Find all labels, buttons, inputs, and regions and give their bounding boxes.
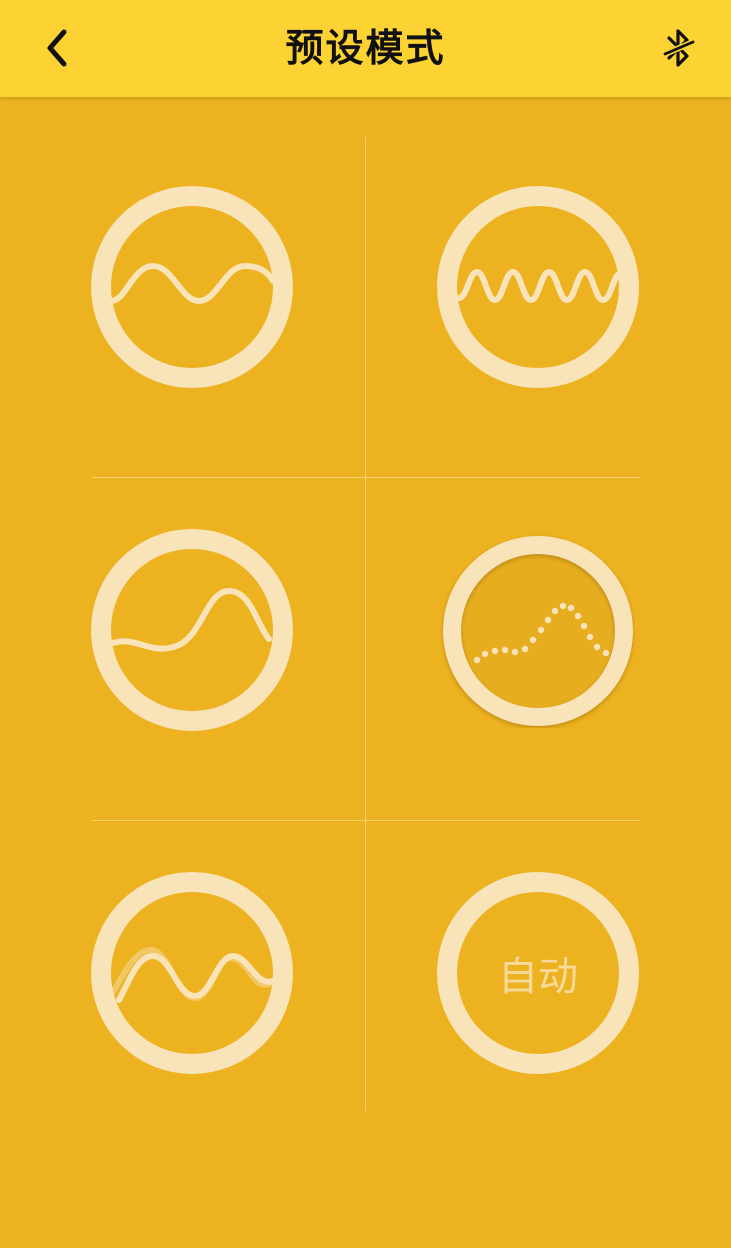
dotted-wave-icon	[443, 536, 633, 726]
mode-grid: 自动	[0, 0, 731, 1248]
rising-wave-icon	[91, 529, 293, 731]
mode-rising-wave[interactable]	[91, 529, 293, 731]
grid-divider-vertical	[365, 137, 366, 1111]
mode-auto[interactable]: 自动	[437, 872, 639, 1074]
grid-divider-horizontal	[92, 820, 640, 821]
mode-dotted-wave[interactable]	[441, 534, 635, 728]
sine-wave-icon	[91, 186, 293, 388]
fast-wave-icon	[437, 186, 639, 388]
mode-double-wave[interactable]	[91, 872, 293, 1074]
mode-fast-wave[interactable]	[437, 186, 639, 388]
page-title: 预设模式	[285, 26, 446, 70]
double-wave-icon	[91, 872, 293, 1074]
bluetooth-disconnected-icon	[663, 29, 695, 67]
grid-divider-horizontal	[92, 477, 640, 478]
mode-sine-wave[interactable]	[91, 186, 293, 388]
app-header: 预设模式	[0, 0, 731, 97]
mode-auto-label: 自动	[498, 954, 578, 1000]
bluetooth-button[interactable]	[653, 22, 705, 74]
